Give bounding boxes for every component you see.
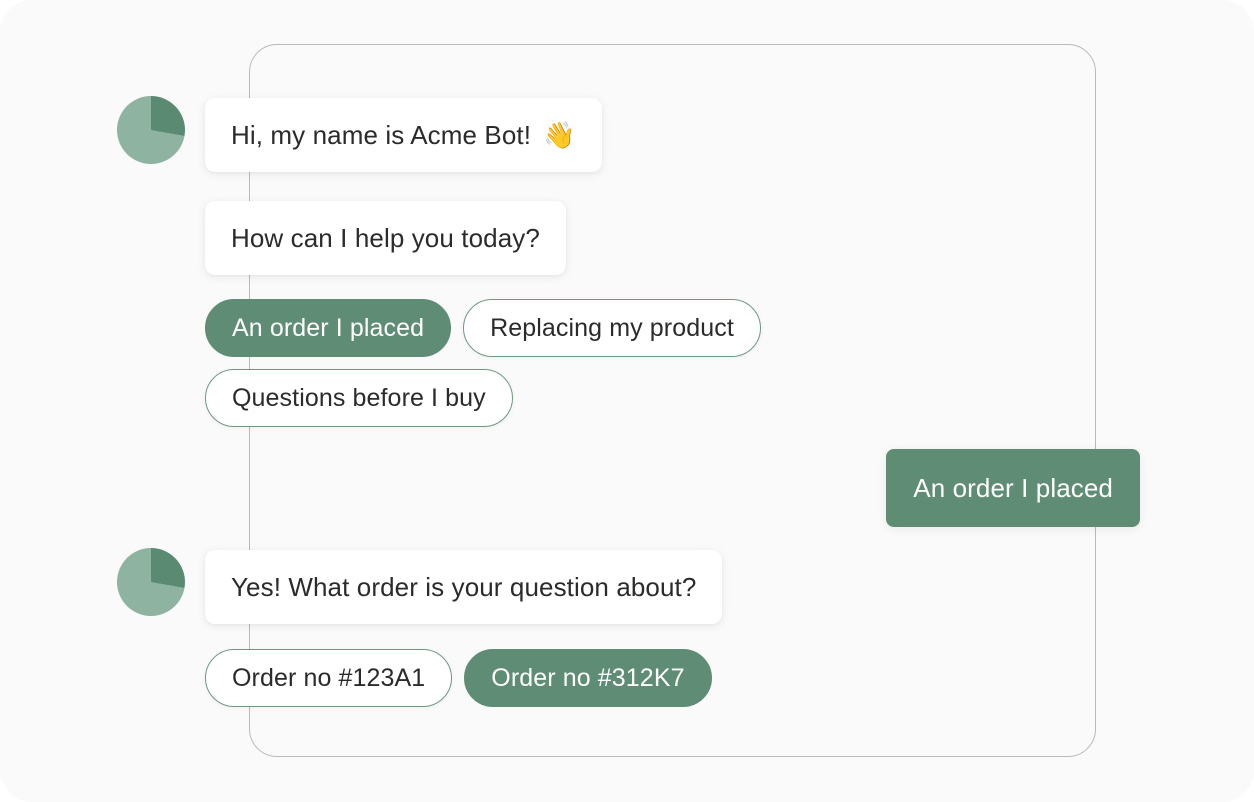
quick-reply-chip-order-no-123a1[interactable]: Order no #123A1	[205, 649, 453, 707]
message-row-bot-help-prompt: How can I help you today?	[205, 201, 566, 275]
message-row-bot-greeting: Hi, my name is Acme Bot! 👋	[117, 96, 602, 172]
quick-reply-label: Replacing my product	[490, 313, 734, 342]
quick-reply-label: Order no #123A1	[232, 663, 426, 692]
quick-reply-label: Order no #312K7	[491, 663, 685, 692]
bot-avatar-pie-chart-icon	[117, 548, 185, 616]
quick-reply-chip-an-order-i-placed[interactable]: An order I placed	[205, 299, 452, 357]
bot-avatar-pie-chart-icon	[117, 96, 185, 164]
quick-reply-label: Questions before I buy	[232, 383, 486, 412]
quick-reply-group-topic-row1: An order I placed Replacing my product	[205, 299, 761, 357]
conversation-thread: Hi, my name is Acme Bot! 👋 How can I hel…	[0, 0, 1254, 802]
quick-reply-label: An order I placed	[232, 313, 425, 342]
quick-reply-chip-replacing-my-product[interactable]: Replacing my product	[463, 299, 761, 357]
waving-hand-emoji: 👋	[543, 120, 576, 150]
message-row-user-order-placed: An order I placed	[886, 449, 1140, 527]
message-text: Yes! What order is your question about?	[231, 571, 697, 602]
message-row-bot-which-order: Yes! What order is your question about?	[117, 548, 723, 624]
message-bubble-user-order-placed: An order I placed	[886, 449, 1140, 527]
chat-widget-page: Hi, my name is Acme Bot! 👋 How can I hel…	[0, 0, 1254, 802]
quick-reply-group-order-numbers: Order no #123A1 Order no #312K7	[205, 649, 712, 707]
message-bubble-bot-help-prompt: How can I help you today?	[205, 201, 566, 275]
quick-reply-group-topic-row2: Questions before I buy	[205, 369, 513, 427]
message-bubble-bot-which-order: Yes! What order is your question about?	[205, 550, 723, 624]
quick-reply-chip-order-no-312k7[interactable]: Order no #312K7	[464, 649, 712, 707]
quick-reply-chip-questions-before-i-buy[interactable]: Questions before I buy	[205, 369, 513, 427]
message-text: How can I help you today?	[231, 222, 540, 253]
message-bubble-bot-greeting: Hi, my name is Acme Bot! 👋	[205, 98, 602, 172]
message-text: An order I placed	[913, 472, 1113, 503]
message-text: Hi, my name is Acme Bot!	[231, 119, 532, 150]
